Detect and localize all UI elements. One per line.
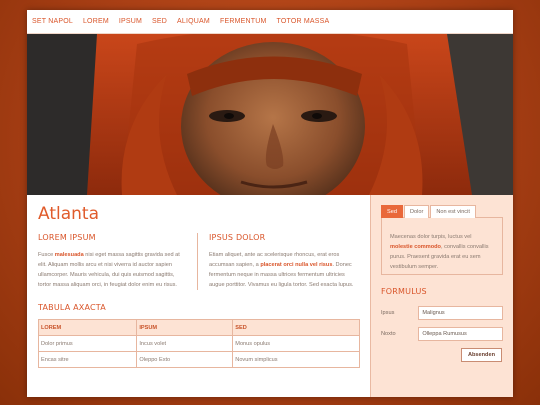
tab-sed[interactable]: Sed (381, 205, 403, 218)
highlight-link[interactable]: placerat orci nulla vel risus (260, 262, 332, 268)
nav-item-fermentum[interactable]: FERMENTUM (220, 18, 267, 25)
table-cell: Monus opulus (232, 335, 360, 352)
nav-item-aliquam[interactable]: ALIQUAM (177, 18, 210, 25)
page-container: SET NAPOL LOREM IPSUM SED ALIQUAM FERMEN… (27, 10, 513, 397)
noxto-input[interactable] (418, 327, 503, 341)
nav-item-lorem[interactable]: LOREM (83, 18, 109, 25)
submit-button[interactable]: Absenden (460, 348, 502, 362)
form-row-ipsus: Ipsus (381, 306, 503, 320)
content-area: Atlanta LOREM IPSUM Fusce malesuada nisi… (27, 195, 513, 397)
tab-dolor[interactable]: Dolor (403, 205, 430, 218)
ipsus-dolor-section: IPSUS DOLOR Etiam aliquet, ante ac scele… (198, 233, 359, 290)
form-actions: Absenden (381, 348, 503, 362)
two-column-text: LOREM IPSUM Fusce malesuada nisi eget ma… (38, 233, 359, 290)
section-heading-lorem-ipsum: LOREM IPSUM (38, 233, 96, 242)
ipsus-label: Ipsus (381, 310, 395, 316)
highlight-link[interactable]: molestie commodo (390, 244, 441, 250)
data-table: LOREM IPSUM SED Dolor primus Incus volet… (37, 319, 360, 368)
hero-image (27, 34, 513, 195)
top-nav: SET NAPOL LOREM IPSUM SED ALIQUAM FERMEN… (27, 10, 513, 34)
hero-photo-illustration (27, 34, 513, 195)
form-title: FORMULUS (381, 287, 427, 296)
highlight-link[interactable]: malesuada (55, 252, 84, 258)
noxto-label: Noxto (381, 331, 396, 337)
nav-item-totor-massa[interactable]: TOTOR MASSA (277, 18, 330, 25)
nav-item-sed[interactable]: SED (152, 18, 167, 25)
nav-item-ipsum[interactable]: IPSUM (119, 18, 142, 25)
ipsus-dolor-text: Etiam aliquet, ante ac scelerisque rhonc… (209, 250, 359, 290)
ipsus-input[interactable] (418, 306, 503, 320)
table-cell: Novum simplicus (232, 351, 360, 368)
table-title: TABULA AXACTA (38, 303, 106, 312)
lorem-ipsum-text: Fusce malesuada nisi eget massa sagittis… (38, 250, 188, 290)
form-row-noxto: Noxto (381, 327, 503, 341)
tab-non-est-vincit[interactable]: Non est vincit (430, 205, 476, 218)
table-header-cell: SED (232, 319, 360, 336)
tab-panel: Maecenas dolor turpis, luctus vel molest… (381, 217, 503, 275)
section-heading-ipsus-dolor: IPSUS DOLOR (209, 233, 266, 242)
table-header-cell: LOREM (37, 319, 138, 336)
sidebar: Sed Dolor Non est vincit Maecenas dolor … (370, 195, 513, 397)
table-cell: Encas sitre (37, 351, 138, 368)
text-segment: Fusce (38, 252, 55, 258)
table-row: Dolor primus Incus volet Monus opulus (37, 335, 360, 352)
tab-panel-text: Maecenas dolor turpis, luctus vel molest… (390, 232, 494, 272)
lorem-ipsum-section: LOREM IPSUM Fusce malesuada nisi eget ma… (38, 233, 198, 290)
table-cell: Dolor primus (37, 335, 138, 352)
text-segment: Maecenas dolor turpis, luctus vel (390, 234, 472, 240)
page-title: Atlanta (38, 204, 99, 224)
nav-item-set-napol[interactable]: SET NAPOL (32, 18, 73, 25)
table-cell: Oleppo Exto (136, 351, 234, 368)
main-column: Atlanta LOREM IPSUM Fusce malesuada nisi… (27, 195, 370, 397)
table-header-cell: IPSUM (136, 319, 234, 336)
table-cell: Incus volet (136, 335, 234, 352)
table-row: Encas sitre Oleppo Exto Novum simplicus (37, 351, 360, 368)
table-header-row: LOREM IPSUM SED (37, 319, 360, 336)
